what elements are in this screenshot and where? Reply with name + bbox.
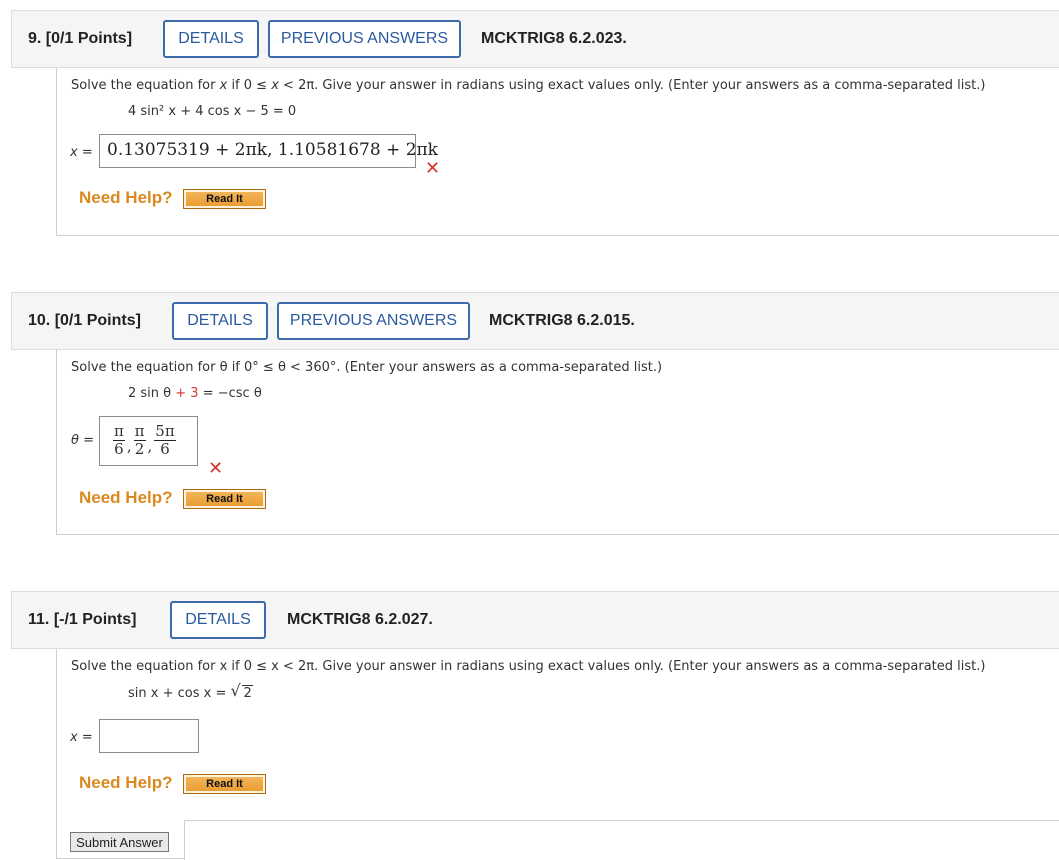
- answer-value: 0.13075319 + 2πk, 1.10581678 + 2πk: [107, 140, 438, 160]
- submit-answer-button[interactable]: Submit Answer: [70, 832, 169, 852]
- answer-value: π 6, π 2, 5π 6: [113, 422, 176, 458]
- fraction: 5π 6: [154, 422, 176, 458]
- answer-input[interactable]: [99, 719, 199, 753]
- need-help-label: Need Help?: [79, 488, 173, 507]
- need-help-label: Need Help?: [79, 773, 173, 792]
- question-11-number: 11. [-/1 Points]: [28, 611, 137, 628]
- answer-label: θ =: [71, 433, 94, 448]
- square-root: √ 2: [230, 681, 253, 701]
- answer-input[interactable]: 0.13075319 + 2πk, 1.10581678 + 2πk: [99, 134, 438, 168]
- question-10-prompt: Solve the equation for θ if 0° ≤ θ < 360…: [71, 360, 663, 375]
- answer-input[interactable]: π 6, π 2, 5π 6: [99, 416, 198, 466]
- question-10-header: 10. [0/1 Points] DETAILS PREVIOUS ANSWER…: [11, 292, 1059, 350]
- read-it-button[interactable]: Read It: [183, 489, 266, 509]
- question-code: MCKTRIG8 6.2.015.: [489, 312, 635, 329]
- previous-answers-button[interactable]: PREVIOUS ANSWERS: [277, 302, 470, 340]
- question-9-equation: 4 sin² x + 4 cos x − 5 = 0: [128, 104, 297, 119]
- question-9-prompt: Solve the equation for x if 0 ≤ x < 2π. …: [71, 78, 986, 93]
- question-10-equation: 2 sin θ + 3 = −csc θ: [128, 386, 262, 401]
- need-help-label: Need Help?: [79, 188, 173, 207]
- question-11-equation: sin x + cos x = √ 2: [128, 681, 253, 701]
- fraction: π2: [133, 422, 146, 458]
- incorrect-x-icon: ✕: [425, 158, 441, 179]
- details-button[interactable]: DETAILS: [163, 20, 259, 58]
- question-10-number: 10. [0/1 Points]: [28, 312, 141, 329]
- question-9-number: 9. [0/1 Points]: [28, 30, 133, 47]
- read-it-button[interactable]: Read It: [183, 189, 266, 209]
- incorrect-x-icon: ✕: [208, 458, 224, 479]
- details-button[interactable]: DETAILS: [170, 601, 266, 639]
- fraction: π6: [113, 422, 125, 458]
- question-11-prompt: Solve the equation for x if 0 ≤ x < 2π. …: [71, 659, 986, 674]
- question-11-header: 11. [-/1 Points] DETAILS MCKTRIG8 6.2.02…: [11, 591, 1059, 649]
- answer-label: x =: [70, 730, 93, 745]
- details-button[interactable]: DETAILS: [172, 302, 268, 340]
- read-it-button[interactable]: Read It: [183, 774, 266, 794]
- question-9-header: 9. [0/1 Points] DETAILS PREVIOUS ANSWERS…: [11, 10, 1059, 68]
- previous-answers-button[interactable]: PREVIOUS ANSWERS: [268, 20, 461, 58]
- question-code: MCKTRIG8 6.2.023.: [481, 30, 627, 47]
- answer-label: x =: [70, 145, 93, 160]
- notes-area[interactable]: [184, 820, 1059, 860]
- question-code: MCKTRIG8 6.2.027.: [287, 611, 433, 628]
